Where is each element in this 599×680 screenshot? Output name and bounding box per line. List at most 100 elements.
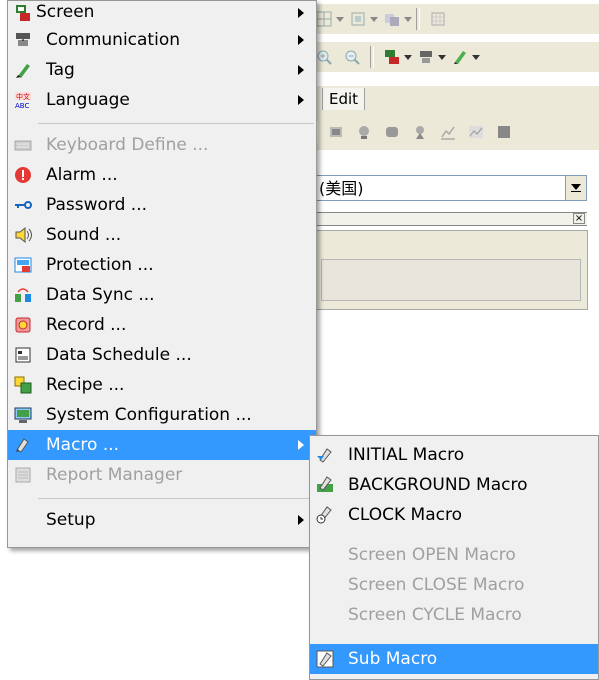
menu-item-label: Password ... [46, 195, 148, 215]
submenu-item-label: INITIAL Macro [348, 445, 465, 465]
menu-item-label: Screen [36, 2, 95, 22]
macro-submenu: INITIAL Macro BACKGROUND Macro CLOCK Mac… [309, 435, 599, 680]
submenu-arrow-icon [298, 35, 304, 45]
tag-icon [14, 61, 32, 79]
submenu-item-label: Screen CLOSE Macro [348, 575, 525, 595]
layer-tool-icon[interactable] [381, 8, 403, 30]
menu-item-language[interactable]: 中文 ABC Language [8, 85, 316, 115]
submenu-item-background-macro[interactable]: BACKGROUND Macro [310, 470, 598, 500]
system-configuration-icon [14, 406, 32, 424]
toolbar-separator [416, 8, 420, 30]
object-tool-icon-1[interactable] [325, 121, 347, 143]
menu-item-report-manager: Report Manager [8, 460, 316, 490]
edit-tab[interactable]: Edit [322, 88, 366, 110]
menu-item-data-schedule[interactable]: Data Schedule ... [8, 340, 316, 370]
menu-item-label: Protection ... [46, 255, 154, 275]
communication-tool-icon[interactable] [415, 46, 437, 68]
protection-icon [14, 256, 32, 274]
meter-tool-icon[interactable] [493, 121, 515, 143]
properties-panel [312, 230, 588, 310]
submenu-item-initial-macro[interactable]: INITIAL Macro [310, 440, 598, 470]
record-icon [14, 316, 32, 334]
submenu-spacer [310, 630, 598, 644]
submenu-arrow-icon [298, 95, 304, 105]
menu-item-label: Communication [46, 30, 180, 50]
chart-tool-icon[interactable] [437, 121, 459, 143]
communication-icon [14, 31, 32, 49]
zoom-out-icon[interactable] [341, 46, 363, 68]
menu-item-label: Keyboard Define ... [46, 135, 209, 155]
toolbar-top [310, 4, 599, 34]
data-sync-icon [14, 286, 32, 304]
alarm-icon [14, 166, 32, 184]
menu-item-label: Alarm ... [46, 165, 118, 185]
initial-macro-icon [316, 446, 334, 464]
menu-item-record[interactable]: Record ... [8, 310, 316, 340]
menu-item-keyboard-define: Keyboard Define ... [8, 130, 316, 160]
svg-text:中文: 中文 [16, 92, 30, 101]
submenu-spacer [310, 530, 598, 540]
properties-inner-panel [321, 259, 581, 301]
menu-item-password[interactable]: Password ... [8, 190, 316, 220]
menu-item-screen[interactable]: Screen [8, 1, 316, 25]
object-tool-icon-2[interactable] [353, 121, 375, 143]
password-icon [14, 196, 32, 214]
keyboard-icon [14, 136, 32, 154]
background-macro-icon [316, 476, 334, 494]
language-combo[interactable]: (美国) [312, 175, 587, 201]
menu-item-label: Data Sync ... [46, 285, 155, 305]
clock-macro-icon [316, 506, 334, 524]
menu-item-setup[interactable]: Setup [8, 505, 316, 535]
menu-item-sound[interactable]: Sound ... [8, 220, 316, 250]
menu-item-tag[interactable]: Tag [8, 55, 316, 85]
language-icon: 中文 ABC [14, 91, 32, 109]
submenu-arrow-icon [298, 65, 304, 75]
combo-dropdown-button[interactable] [565, 176, 586, 200]
menu-item-label: Recipe ... [46, 375, 125, 395]
dropdown-arrow-icon[interactable] [336, 15, 344, 23]
menu-item-label: Report Manager [46, 465, 183, 485]
macro-icon [14, 436, 32, 454]
chevron-down-icon [571, 184, 581, 192]
submenu-item-screen-close-macro: Screen CLOSE Macro [310, 570, 598, 600]
menu-item-protection[interactable]: Protection ... [8, 250, 316, 280]
trend-tool-icon[interactable] [465, 121, 487, 143]
menu-item-alarm[interactable]: Alarm ... [8, 160, 316, 190]
dropdown-arrow-icon[interactable] [438, 53, 446, 61]
object-tool-icon-3[interactable] [381, 121, 403, 143]
menu-item-data-sync[interactable]: Data Sync ... [8, 280, 316, 310]
submenu-item-sub-macro[interactable]: Sub Macro [310, 644, 598, 674]
menu-item-label: Macro ... [46, 435, 120, 455]
dropdown-arrow-icon[interactable] [472, 53, 480, 61]
menu-item-label: Setup [46, 510, 96, 530]
object-tool-icon-4[interactable] [409, 121, 431, 143]
menu-item-communication[interactable]: Communication [8, 25, 316, 55]
toolbar-separator [370, 46, 374, 68]
submenu-item-screen-open-macro: Screen OPEN Macro [310, 540, 598, 570]
submenu-item-label: Screen OPEN Macro [348, 545, 516, 565]
tools-menu: Screen Communication Tag 中文 ABC Language … [7, 0, 317, 548]
menu-item-macro[interactable]: Macro ... [8, 430, 316, 460]
menu-item-label: Sound ... [46, 225, 122, 245]
dropdown-arrow-icon[interactable] [404, 15, 412, 23]
menu-item-label: Record ... [46, 315, 127, 335]
sub-macro-icon [316, 650, 334, 668]
menu-separator [38, 498, 314, 499]
menu-item-label: Tag [46, 60, 75, 80]
submenu-item-label: Sub Macro [348, 649, 438, 669]
menu-bar: Edit [310, 86, 599, 114]
dropdown-arrow-icon[interactable] [370, 15, 378, 23]
menu-item-system-configuration[interactable]: System Configuration ... [8, 400, 316, 430]
menu-item-recipe[interactable]: Recipe ... [8, 370, 316, 400]
screen-tool-icon[interactable] [381, 46, 403, 68]
submenu-arrow-icon [298, 440, 304, 450]
submenu-item-clock-macro[interactable]: CLOCK Macro [310, 500, 598, 530]
dropdown-arrow-icon[interactable] [404, 53, 412, 61]
tag-tool-icon[interactable] [449, 46, 471, 68]
grid-snap-icon[interactable] [427, 8, 449, 30]
close-icon[interactable]: × [573, 213, 585, 224]
align-tool-icon[interactable] [347, 8, 369, 30]
submenu-item-label: Screen CYCLE Macro [348, 605, 522, 625]
data-schedule-icon [14, 346, 32, 364]
combo-value: (美国) [319, 179, 364, 198]
